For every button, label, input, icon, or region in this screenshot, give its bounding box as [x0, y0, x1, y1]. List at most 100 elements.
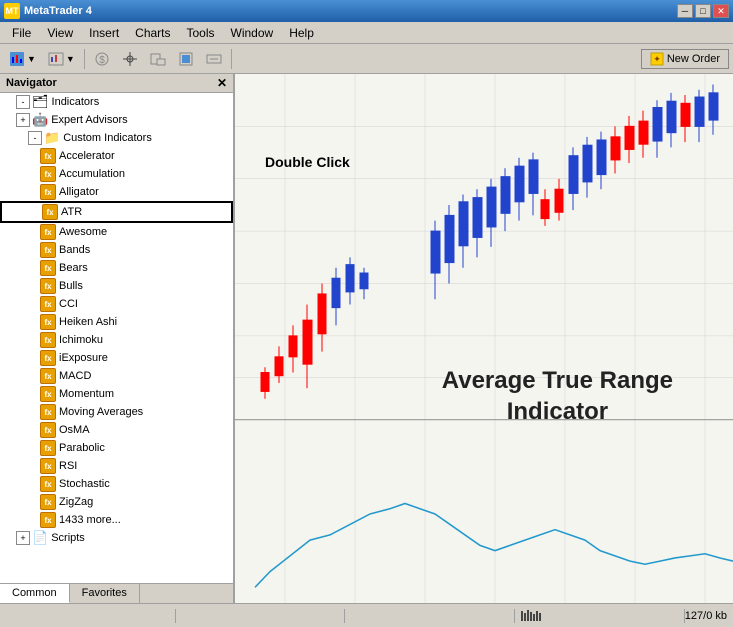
menu-window[interactable]: Window [223, 24, 282, 42]
awesome-icon: fx [40, 224, 56, 240]
cci-icon: fx [40, 296, 56, 312]
tab-favorites[interactable]: Favorites [70, 584, 140, 603]
main-area: Navigator ✕ - 🗂 Indicators + 🤖 Expert Ad… [0, 74, 733, 603]
tree-bears-label: Bears [59, 262, 88, 274]
tree-zigzag[interactable]: fx ZigZag [0, 493, 233, 511]
tree-expert-advisors[interactable]: + 🤖 Expert Advisors [0, 111, 233, 129]
macd-icon: fx [40, 368, 56, 384]
toolbar-btn3[interactable]: $ [89, 48, 115, 70]
close-button[interactable]: ✕ [713, 4, 729, 18]
tree-accelerator-label: Accelerator [59, 150, 115, 162]
tree-more[interactable]: fx 1433 more... [0, 511, 233, 529]
toolbar-scroll[interactable] [201, 48, 227, 70]
tree-area[interactable]: - 🗂 Indicators + 🤖 Expert Advisors - 📁 C… [0, 93, 233, 583]
toolbar-new-chart[interactable]: ▼ [4, 48, 41, 70]
tree-scripts[interactable]: + 📄 Scripts [0, 529, 233, 547]
menu-tools[interactable]: Tools [179, 24, 223, 42]
tree-accumulation[interactable]: fx Accumulation [0, 165, 233, 183]
toolbar-crosshair[interactable] [117, 48, 143, 70]
tree-indicators-label: Indicators [52, 96, 100, 108]
tree-scripts-label: Scripts [51, 532, 85, 544]
title-controls: ─ □ ✕ [677, 4, 729, 18]
tree-bears[interactable]: fx Bears [0, 259, 233, 277]
tree-iexposure-label: iExposure [59, 352, 108, 364]
tree-stochastic[interactable]: fx Stochastic [0, 475, 233, 493]
tab-common[interactable]: Common [0, 584, 70, 603]
minimize-button[interactable]: ─ [677, 4, 693, 18]
expand-scripts[interactable]: + [16, 531, 30, 545]
app-title: MetaTrader 4 [24, 5, 92, 17]
heiken-icon: fx [40, 314, 56, 330]
tree-custom-indicators[interactable]: - 📁 Custom Indicators [0, 129, 233, 147]
app-icon: MT [4, 3, 20, 19]
tree-zigzag-label: ZigZag [59, 496, 93, 508]
scripts-folder-icon: 📄 [32, 530, 48, 546]
toolbar: ▼ ▼ $ ✦ New Order [0, 44, 733, 74]
alligator-icon: fx [40, 184, 56, 200]
menu-file[interactable]: File [4, 24, 39, 42]
tree-indicators[interactable]: - 🗂 Indicators [0, 93, 233, 111]
tree-momentum[interactable]: fx Momentum [0, 385, 233, 403]
expand-ea[interactable]: + [16, 113, 30, 127]
tree-ichimoku[interactable]: fx Ichimoku [0, 331, 233, 349]
tree-accelerator[interactable]: fx Accelerator [0, 147, 233, 165]
toolbar-sep1 [84, 49, 85, 69]
tree-macd[interactable]: fx MACD [0, 367, 233, 385]
maximize-button[interactable]: □ [695, 4, 711, 18]
tree-parabolic-label: Parabolic [59, 442, 105, 454]
bears-icon: fx [40, 260, 56, 276]
tree-rsi[interactable]: fx RSI [0, 457, 233, 475]
tree-osma[interactable]: fx OsMA [0, 421, 233, 439]
tree-ea-label: Expert Advisors [51, 114, 127, 126]
more-icon: fx [40, 512, 56, 528]
tree-bands-label: Bands [59, 244, 90, 256]
menu-bar: File View Insert Charts Tools Window Hel… [0, 22, 733, 44]
tree-awesome[interactable]: fx Awesome [0, 223, 233, 241]
rsi-icon: fx [40, 458, 56, 474]
tree-rsi-label: RSI [59, 460, 77, 472]
ma-icon: fx [40, 404, 56, 420]
accumulation-icon: fx [40, 166, 56, 182]
tree-moving-averages[interactable]: fx Moving Averages [0, 403, 233, 421]
navigator-panel: Navigator ✕ - 🗂 Indicators + 🤖 Expert Ad… [0, 74, 235, 603]
momentum-icon: fx [40, 386, 56, 402]
title-bar-left: MT MetaTrader 4 [4, 3, 92, 19]
tree-bands[interactable]: fx Bands [0, 241, 233, 259]
expand-indicators[interactable]: - [16, 95, 30, 109]
osma-icon: fx [40, 422, 56, 438]
status-sections [6, 609, 685, 623]
navigator-close-button[interactable]: ✕ [217, 76, 227, 90]
stochastic-icon: fx [40, 476, 56, 492]
atr-icon: fx [42, 204, 58, 220]
zigzag-icon: fx [40, 494, 56, 510]
tree-macd-label: MACD [59, 370, 91, 382]
tree-atr[interactable]: fx ATR [0, 201, 233, 223]
toolbar-btn2[interactable]: ▼ [43, 48, 80, 70]
menu-view[interactable]: View [39, 24, 81, 42]
tree-alligator[interactable]: fx Alligator [0, 183, 233, 201]
tree-custom-label: Custom Indicators [63, 132, 152, 144]
menu-charts[interactable]: Charts [127, 24, 178, 42]
navigator-header: Navigator ✕ [0, 74, 233, 93]
tree-cci-label: CCI [59, 298, 78, 310]
toolbar-zoom-in[interactable] [145, 48, 171, 70]
expand-custom[interactable]: - [28, 131, 42, 145]
chart-area[interactable]: Double Click Average True RangeIndicator [235, 74, 733, 603]
menu-insert[interactable]: Insert [81, 24, 127, 42]
toolbar-fit[interactable] [173, 48, 199, 70]
status-section-2 [176, 609, 346, 623]
double-click-label: Double Click [265, 154, 350, 170]
tree-momentum-label: Momentum [59, 388, 114, 400]
tree-heiken-ashi[interactable]: fx Heiken Ashi [0, 313, 233, 331]
toolbar-sep2 [231, 49, 232, 69]
menu-help[interactable]: Help [281, 24, 322, 42]
tree-bulls[interactable]: fx Bulls [0, 277, 233, 295]
tree-cci[interactable]: fx CCI [0, 295, 233, 313]
tree-iexposure[interactable]: fx iExposure [0, 349, 233, 367]
title-bar: MT MetaTrader 4 ─ □ ✕ [0, 0, 733, 22]
tree-parabolic[interactable]: fx Parabolic [0, 439, 233, 457]
svg-text:$: $ [99, 55, 105, 66]
new-order-button[interactable]: ✦ New Order [641, 49, 729, 69]
parabolic-icon: fx [40, 440, 56, 456]
status-section-1 [6, 609, 176, 623]
